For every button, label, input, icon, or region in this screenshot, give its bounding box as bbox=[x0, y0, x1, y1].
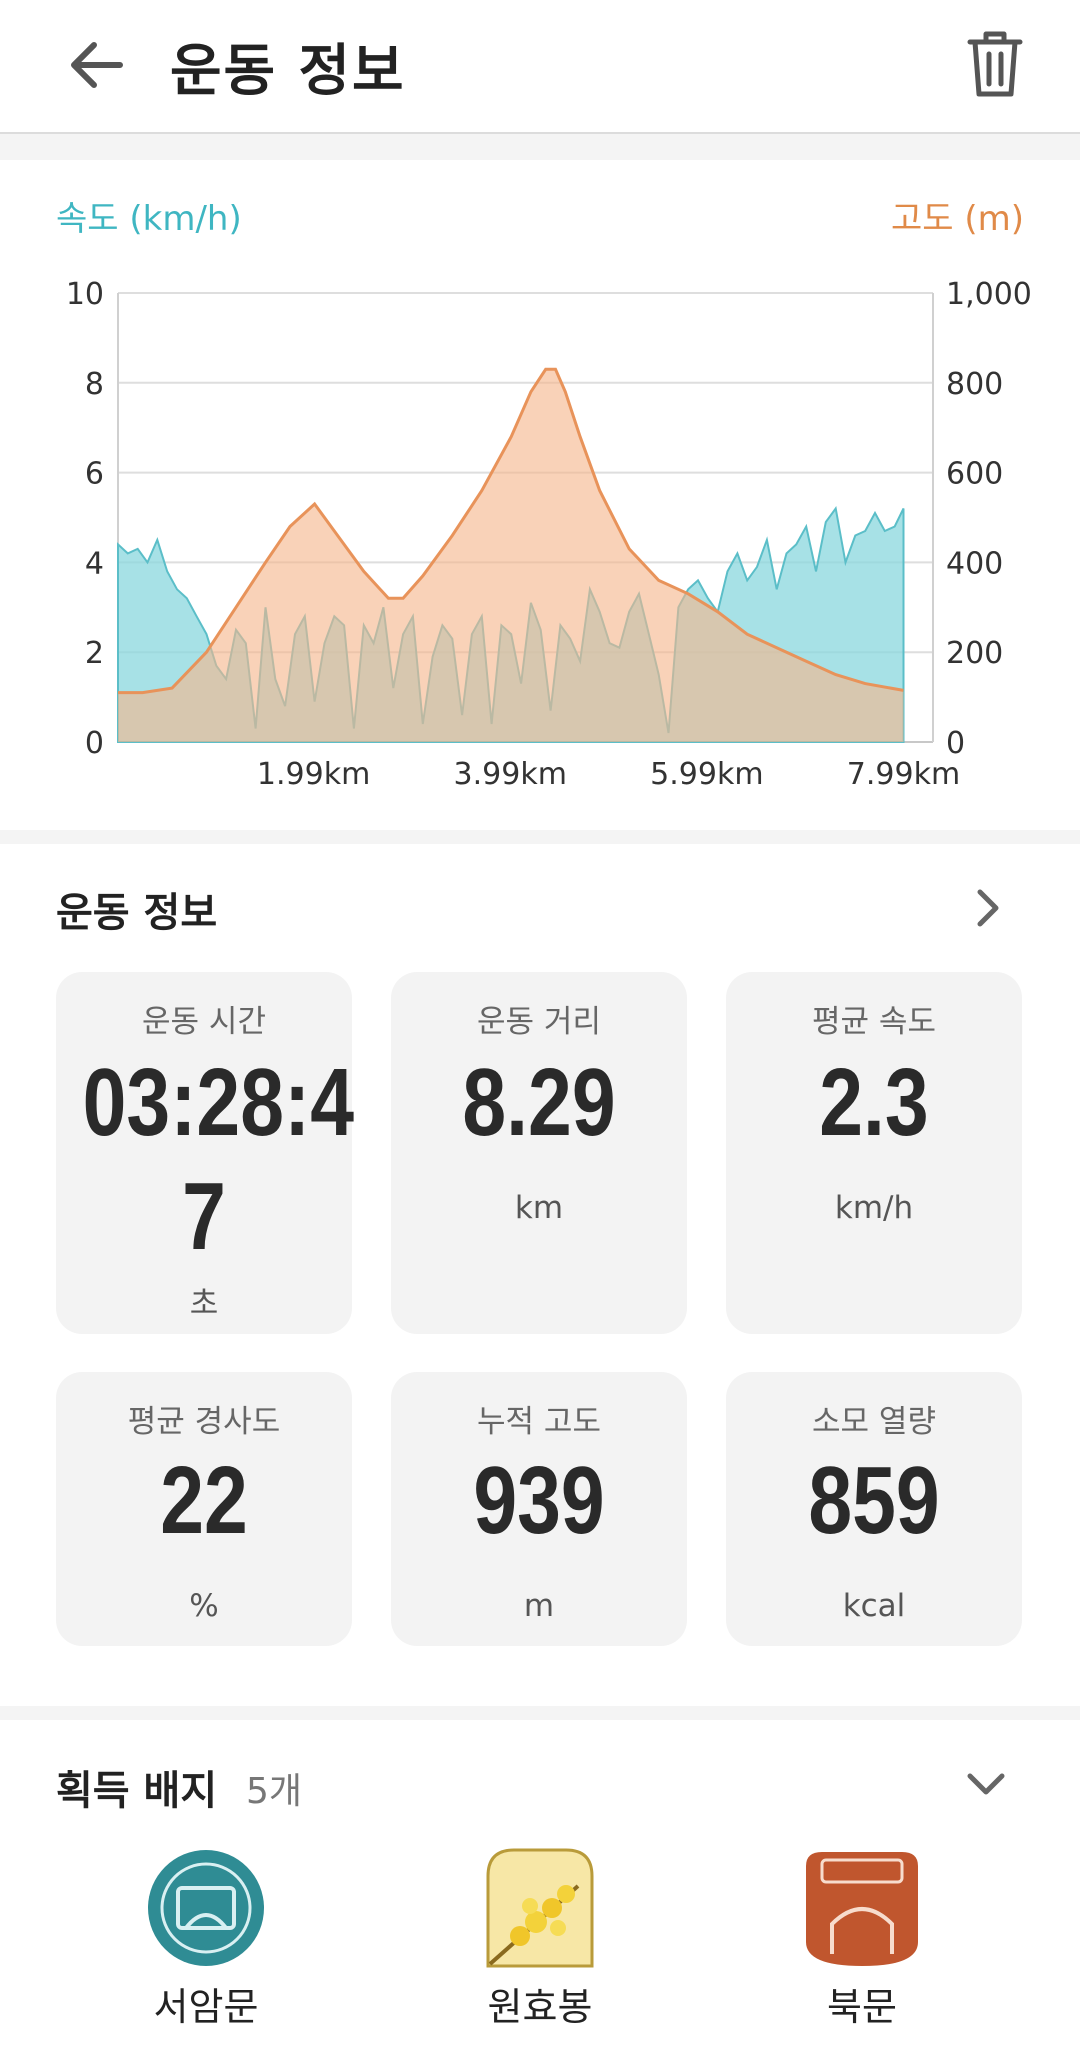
speed-tick-label: 2 bbox=[85, 636, 104, 671]
stat-value: 8.29 bbox=[462, 1049, 616, 1156]
stat-value: 2.3 bbox=[819, 1049, 929, 1156]
badge-name: 원효봉 bbox=[487, 1985, 593, 2029]
stat-unit: m bbox=[523, 1588, 555, 1624]
altitude-tick-label: 0 bbox=[946, 726, 965, 761]
stat-label: 소모 열량 bbox=[812, 1404, 936, 1440]
stat-unit: 초 bbox=[189, 1286, 219, 1322]
trash-icon bbox=[967, 31, 1023, 97]
chevron-down-icon bbox=[967, 1773, 1005, 1795]
speed-altitude-chart: 속도 (km/h) 고도 (m) 0 2 4 6 8 10 0 200 400 600 800 1,000… bbox=[0, 160, 1080, 830]
stat-value: 22 bbox=[160, 1447, 248, 1554]
chevron-right-icon bbox=[977, 889, 999, 927]
altitude-tick-label: 1,000 bbox=[946, 277, 1032, 312]
stat-card-avg-slope: 평균 경사도 22 % bbox=[56, 1372, 352, 1646]
summary-more-button[interactable] bbox=[968, 886, 1008, 934]
app-bar: 운동 정보 bbox=[0, 0, 1080, 134]
stat-unit: kcal bbox=[842, 1588, 906, 1624]
stat-value: 939 bbox=[473, 1447, 605, 1554]
stat-label: 평균 속도 bbox=[812, 1004, 936, 1040]
stat-card-total-ascent: 누적 고도 939 m bbox=[391, 1372, 687, 1646]
badge-name: 북문 bbox=[827, 1985, 897, 2029]
speed-tick-label: 4 bbox=[85, 546, 104, 581]
arrow-left-icon bbox=[71, 42, 123, 88]
badge-item[interactable]: 북문 bbox=[782, 1846, 942, 2046]
stat-label: 누적 고도 bbox=[477, 1404, 601, 1440]
badges-title: 획득 배지 bbox=[56, 1768, 218, 1814]
stat-card-calories: 소모 열량 859 kcal bbox=[726, 1372, 1022, 1646]
divider bbox=[0, 1706, 1080, 1720]
stat-card-avg-speed: 평균 속도 2.3 km/h bbox=[726, 972, 1022, 1334]
badges-expand-button[interactable] bbox=[964, 1764, 1008, 1808]
back-button[interactable] bbox=[58, 30, 138, 100]
divider bbox=[0, 134, 1080, 160]
stat-card-duration: 운동 시간 03:28:4 7 초 bbox=[56, 972, 354, 1334]
speed-tick-label: 10 bbox=[66, 277, 104, 312]
speed-tick-label: 0 bbox=[85, 726, 104, 761]
x-tick-label: 1.99km bbox=[257, 757, 370, 792]
altitude-tick-label: 800 bbox=[946, 367, 1003, 402]
stat-label: 평균 경사도 bbox=[127, 1404, 281, 1440]
stat-value-continued: 7 bbox=[182, 1163, 226, 1270]
seal-badge-icon bbox=[148, 1850, 264, 1966]
stat-value: 859 bbox=[808, 1447, 940, 1554]
page-title: 운동 정보 bbox=[170, 39, 406, 104]
altitude-tick-label: 400 bbox=[946, 546, 1003, 581]
stat-unit: % bbox=[189, 1588, 219, 1624]
gate-badge-icon bbox=[806, 1852, 918, 1966]
speed-tick-label: 8 bbox=[85, 367, 104, 402]
badge-item[interactable]: 원효봉 bbox=[460, 1846, 620, 2046]
speed-tick-label: 6 bbox=[85, 457, 104, 492]
x-tick-label: 5.99km bbox=[650, 757, 763, 792]
altitude-tick-label: 200 bbox=[946, 636, 1003, 671]
stat-unit: km bbox=[514, 1190, 564, 1226]
stat-card-distance: 운동 거리 8.29 km bbox=[391, 972, 687, 1334]
x-tick-label: 7.99km bbox=[847, 757, 960, 792]
stat-label: 운동 거리 bbox=[477, 1004, 601, 1040]
speed-axis-label: 속도 (km/h) bbox=[56, 199, 242, 239]
stat-unit: km/h bbox=[834, 1190, 914, 1226]
badge-item[interactable]: 서암문 bbox=[126, 1846, 286, 2046]
summary-title: 운동 정보 bbox=[56, 890, 218, 936]
badge-name: 서암문 bbox=[153, 1985, 259, 2029]
divider bbox=[0, 830, 1080, 844]
altitude-axis-label: 고도 (m) bbox=[891, 199, 1024, 239]
chart-svg: 속도 (km/h) 고도 (m) 0 2 4 6 8 10 0 200 400 600 800 1,000… bbox=[56, 199, 1032, 792]
flower-badge-icon bbox=[486, 1848, 594, 1968]
delete-button[interactable] bbox=[960, 28, 1030, 102]
stat-value: 03:28:4 bbox=[82, 1049, 354, 1156]
badges-count: 5개 bbox=[246, 1771, 303, 1812]
stat-label: 운동 시간 bbox=[142, 1004, 266, 1040]
x-tick-label: 3.99km bbox=[454, 757, 567, 792]
altitude-tick-label: 600 bbox=[946, 457, 1003, 492]
